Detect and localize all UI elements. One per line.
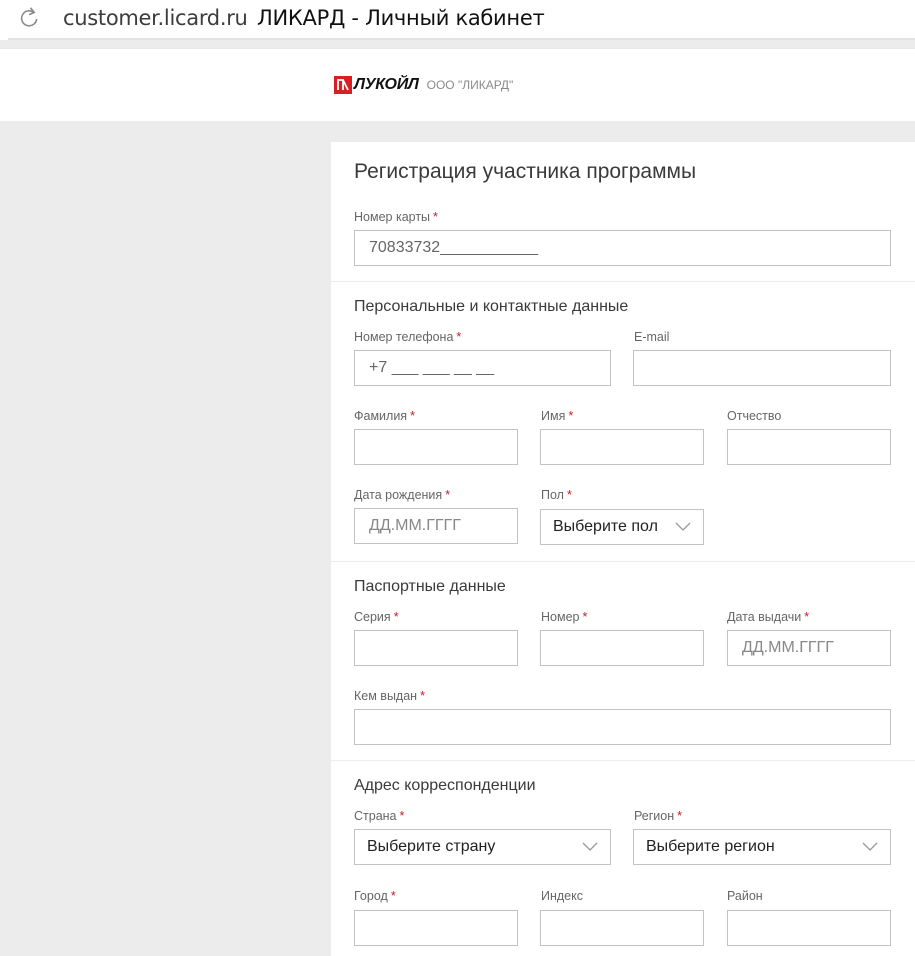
last-name-label: Фамилия * bbox=[354, 409, 415, 423]
gender-select[interactable]: Выберите пол bbox=[540, 509, 704, 545]
chevron-down-icon bbox=[675, 522, 691, 531]
gender-select-value: Выберите пол bbox=[553, 518, 658, 535]
phone-label: Номер телефона * bbox=[354, 330, 462, 344]
postcode-input[interactable] bbox=[540, 910, 704, 946]
birth-date-label: Дата рождения * bbox=[354, 488, 451, 502]
issued-by-input[interactable] bbox=[354, 709, 891, 745]
browser-address-bar: customer.licard.ru ЛИКАРД - Личный кабин… bbox=[0, 0, 915, 40]
region-label: Регион * bbox=[634, 809, 683, 823]
first-name-input[interactable] bbox=[540, 429, 704, 465]
section-divider bbox=[331, 760, 915, 761]
country-select-value: Выберите страну bbox=[367, 838, 496, 855]
last-name-input[interactable] bbox=[354, 429, 518, 465]
first-name-label: Имя * bbox=[541, 409, 574, 423]
district-label: Район bbox=[727, 889, 763, 903]
city-input[interactable] bbox=[354, 910, 518, 946]
reload-icon[interactable] bbox=[18, 6, 40, 30]
registration-card: Регистрация участника программы Номер ка… bbox=[331, 142, 915, 956]
chevron-down-icon bbox=[582, 842, 598, 851]
passport-number-label: Номер * bbox=[541, 610, 588, 624]
brand-name: ЛУКОЙЛ bbox=[354, 76, 419, 93]
email-input[interactable] bbox=[633, 350, 891, 386]
personal-section-title: Персональные и контактные данные bbox=[354, 298, 629, 315]
region-select-value: Выберите регион bbox=[646, 838, 775, 855]
email-label: E-mail bbox=[634, 330, 670, 344]
district-input[interactable] bbox=[727, 910, 891, 946]
passport-series-label: Серия * bbox=[354, 610, 399, 624]
birth-date-input[interactable]: ДД.ММ.ГГГГ bbox=[354, 508, 518, 544]
chevron-down-icon bbox=[862, 842, 878, 851]
region-select[interactable]: Выберите регион bbox=[633, 829, 891, 865]
lukoil-logo-icon bbox=[334, 76, 352, 94]
issued-by-label: Кем выдан * bbox=[354, 689, 425, 703]
issue-date-input[interactable]: ДД.ММ.ГГГГ bbox=[727, 630, 891, 666]
passport-series-input[interactable] bbox=[354, 630, 518, 666]
card-number-label: Номер карты * bbox=[354, 210, 438, 224]
site-header: ЛУКОЙЛ ООО "ЛИКАРД" bbox=[0, 48, 915, 121]
middle-name-input[interactable] bbox=[727, 429, 891, 465]
middle-name-label: Отчество bbox=[727, 409, 782, 423]
passport-number-input[interactable] bbox=[540, 630, 704, 666]
postcode-label: Индекс bbox=[541, 889, 583, 903]
url-text[interactable]: customer.licard.ru bbox=[63, 6, 248, 30]
gender-label: Пол * bbox=[541, 488, 572, 502]
issue-date-label: Дата выдачи * bbox=[727, 610, 810, 624]
address-bar-edge bbox=[8, 38, 915, 40]
browser-page-title: ЛИКАРД - Личный кабинет bbox=[257, 6, 545, 30]
section-divider bbox=[331, 281, 915, 282]
city-label: Город * bbox=[354, 889, 396, 903]
company-name: ООО "ЛИКАРД" bbox=[426, 78, 514, 92]
section-divider bbox=[331, 561, 915, 562]
country-label: Страна * bbox=[354, 809, 405, 823]
address-section-title: Адрес корреспонденции bbox=[354, 777, 536, 794]
phone-input[interactable]: +7 ___ ___ __ __ bbox=[354, 350, 611, 386]
lukoil-logo[interactable]: ЛУКОЙЛ ООО "ЛИКАРД" bbox=[334, 76, 513, 94]
country-select[interactable]: Выберите страну bbox=[354, 829, 611, 865]
passport-section-title: Паспортные данные bbox=[354, 578, 506, 595]
card-number-input[interactable]: 70833732___________ bbox=[354, 230, 891, 266]
form-title: Регистрация участника программы bbox=[354, 160, 697, 183]
